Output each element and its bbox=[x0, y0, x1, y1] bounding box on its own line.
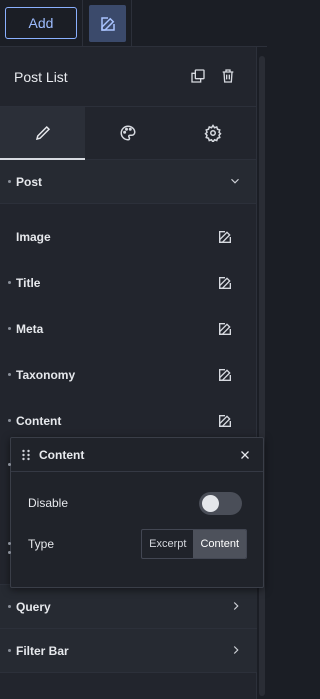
gear-icon bbox=[204, 124, 222, 142]
divider bbox=[82, 0, 83, 47]
pencil-icon bbox=[35, 125, 50, 141]
disable-toggle[interactable] bbox=[199, 492, 242, 515]
tab-style[interactable] bbox=[85, 107, 170, 159]
chevron-down-icon bbox=[231, 178, 239, 184]
list-item-meta: Meta bbox=[0, 306, 256, 352]
panel-title: Post List bbox=[14, 68, 68, 85]
bullet bbox=[8, 373, 11, 376]
toggle-knob bbox=[202, 495, 219, 512]
item-label: Taxonomy bbox=[16, 368, 76, 382]
chevron-right-icon bbox=[233, 646, 239, 654]
palette-icon bbox=[120, 125, 136, 141]
item-label: Meta bbox=[16, 322, 44, 336]
field-list: Image Title Meta Taxonomy Content bbox=[0, 204, 256, 444]
trash-icon[interactable] bbox=[220, 68, 236, 84]
bullet bbox=[8, 605, 11, 608]
type-option-excerpt[interactable]: Excerpt bbox=[142, 530, 193, 558]
list-item-title: Title bbox=[0, 260, 256, 306]
edit-icon[interactable] bbox=[217, 367, 233, 383]
bullet bbox=[8, 281, 11, 284]
popup-header: Content bbox=[11, 438, 263, 472]
edit-icon bbox=[100, 16, 115, 31]
list-item-taxonomy: Taxonomy bbox=[0, 352, 256, 398]
add-button[interactable]: Add bbox=[5, 7, 77, 39]
section-filter-bar[interactable]: Filter Bar bbox=[0, 629, 257, 673]
bullet bbox=[8, 649, 11, 652]
top-toolbar: Add bbox=[0, 0, 267, 47]
content-settings-popup: Content Disable Type Excerpt Content bbox=[8, 437, 264, 588]
tab-advanced[interactable] bbox=[171, 107, 256, 159]
edit-mode-button[interactable] bbox=[89, 5, 126, 42]
bullet bbox=[8, 327, 11, 330]
type-row: Type Excerpt Content bbox=[8, 529, 263, 559]
tab-content[interactable] bbox=[0, 107, 86, 160]
divider bbox=[131, 0, 132, 47]
list-item-image: Image bbox=[0, 214, 256, 260]
type-selector: Excerpt Content bbox=[141, 529, 247, 559]
type-option-content[interactable]: Content bbox=[193, 530, 246, 558]
type-label: Type bbox=[28, 537, 55, 551]
item-label: Image bbox=[16, 230, 51, 244]
bullet bbox=[8, 463, 11, 466]
section-label: Filter Bar bbox=[16, 643, 69, 658]
bullet bbox=[8, 551, 11, 554]
panel-tabs bbox=[0, 107, 256, 160]
disable-label: Disable bbox=[28, 496, 69, 510]
drag-handle-icon[interactable] bbox=[21, 449, 31, 461]
item-label: Content bbox=[16, 414, 62, 428]
edit-icon[interactable] bbox=[217, 275, 233, 291]
section-label: Post bbox=[16, 174, 43, 189]
item-label: Title bbox=[16, 276, 41, 290]
close-icon[interactable] bbox=[239, 449, 251, 461]
edit-icon[interactable] bbox=[217, 321, 233, 337]
scrollbar[interactable] bbox=[259, 56, 265, 696]
edit-icon[interactable] bbox=[217, 229, 233, 245]
section-query[interactable]: Query bbox=[0, 585, 257, 629]
edit-icon[interactable] bbox=[217, 413, 233, 429]
bullet bbox=[8, 180, 11, 183]
section-post[interactable]: Post bbox=[0, 160, 256, 204]
section-label: Query bbox=[16, 599, 51, 614]
duplicate-icon[interactable] bbox=[190, 68, 206, 84]
bullet bbox=[8, 419, 11, 422]
chevron-right-icon bbox=[233, 602, 239, 610]
popup-title: Content bbox=[39, 447, 85, 462]
disable-row: Disable bbox=[11, 488, 263, 518]
bullet bbox=[8, 542, 11, 545]
panel-header: Post List bbox=[0, 47, 256, 107]
